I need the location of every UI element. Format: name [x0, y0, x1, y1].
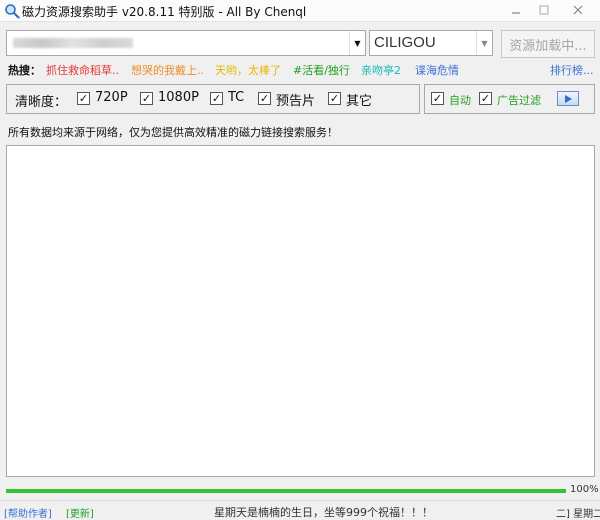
play-button[interactable]	[557, 91, 579, 106]
checkbox-trailer[interactable]: ✓	[258, 92, 271, 105]
source-dropdown-button[interactable]: ▼	[476, 31, 492, 55]
checkbox-ad-filter[interactable]: ✓	[479, 92, 492, 105]
checkbox-1080p[interactable]: ✓	[140, 92, 153, 105]
resolution-label: 清晰度：	[15, 95, 68, 110]
checkbox-auto[interactable]: ✓	[431, 92, 444, 105]
label-other: 其它	[346, 94, 373, 109]
search-combobox[interactable]: ▼	[6, 30, 366, 56]
status-day: 二] 星期二	[556, 509, 600, 520]
status-message: 星期天是楠楠的生日，坐等999个祝福！！！	[214, 506, 433, 519]
notice-text: 所有数据均来源于网络，仅为您提供高效精准的磁力链接搜索服务！	[8, 126, 338, 139]
magnifier-app-icon	[5, 4, 20, 19]
status-bar: [帮助作者] [更新] 星期天是楠楠的生日，坐等999个祝福！！！ 二] 星期二	[0, 500, 600, 520]
resolution-filter-panel: 清晰度： ✓ 720P ✓ 1080P ✓ TC ✓ 预告片 ✓ 其它	[6, 84, 420, 114]
hot-item[interactable]: 谍海危情	[415, 62, 459, 78]
progress-bar	[6, 489, 566, 493]
close-icon	[573, 5, 583, 15]
search-input[interactable]	[7, 31, 351, 55]
close-button[interactable]	[558, 0, 598, 20]
minimize-button[interactable]	[502, 0, 530, 20]
hot-item[interactable]: 抓住救命稻草..	[46, 62, 119, 78]
title-bar: 磁力资源搜索助手 v20.8.11 特别版 - All By Chenql	[0, 0, 600, 22]
options-panel: ✓ 自动 ✓ 广告过滤	[424, 84, 595, 114]
label-ad-filter: 广告过滤	[497, 94, 541, 107]
label-trailer: 预告片	[276, 94, 316, 109]
hot-item[interactable]: 亲吻亭2	[361, 62, 401, 78]
checkbox-tc[interactable]: ✓	[210, 92, 223, 105]
update-link[interactable]: [更新]	[66, 505, 94, 520]
hot-search-row: 热搜： 抓住救命稻草.. 想哭的我戴上.. 天哟，太棒了 #活看/独行 亲吻亭2…	[8, 62, 598, 78]
hot-search-label: 热搜：	[8, 64, 41, 77]
minimize-icon	[512, 12, 520, 14]
source-value: CILIGOU	[374, 34, 436, 51]
search-dropdown-button[interactable]: ▼	[349, 31, 365, 55]
help-author-link[interactable]: [帮助作者]	[4, 505, 52, 520]
load-resources-button[interactable]: 资源加载中...	[501, 30, 595, 58]
label-720p: 720P	[95, 90, 128, 105]
chevron-down-icon: ▼	[354, 38, 361, 48]
hot-item[interactable]: #活看/独行	[293, 62, 350, 78]
window-title: 磁力资源搜索助手 v20.8.11 特别版 - All By Chenql	[22, 5, 307, 19]
checkbox-other[interactable]: ✓	[328, 92, 341, 105]
results-list[interactable]	[6, 145, 595, 477]
play-icon	[565, 94, 572, 103]
maximize-icon	[539, 5, 549, 15]
chevron-down-icon: ▼	[481, 38, 488, 48]
ranking-link[interactable]: 排行榜...	[550, 62, 594, 78]
label-auto: 自动	[449, 94, 471, 107]
progress-percent: 100%	[570, 484, 599, 495]
checkbox-720p[interactable]: ✓	[77, 92, 90, 105]
hot-item[interactable]: 想哭的我戴上..	[131, 62, 204, 78]
label-1080p: 1080P	[158, 90, 199, 105]
hot-item[interactable]: 天哟，太棒了	[215, 62, 281, 78]
maximize-button[interactable]	[530, 0, 558, 20]
label-tc: TC	[228, 90, 245, 105]
source-select[interactable]: CILIGOU ▼	[369, 30, 493, 56]
progress-fill	[6, 489, 566, 493]
